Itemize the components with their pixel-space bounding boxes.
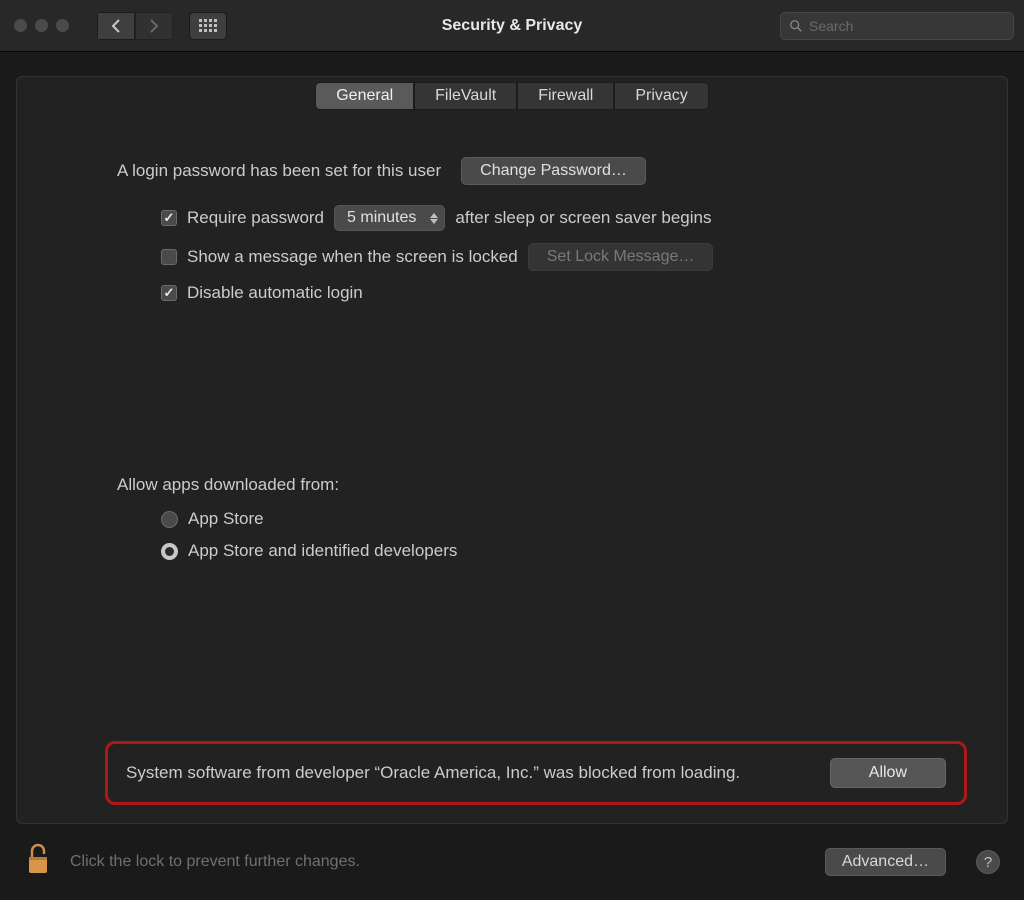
radio-identified-row: App Store and identified developers	[161, 541, 967, 561]
disable-auto-login-checkbox[interactable]	[161, 285, 177, 301]
tab-privacy[interactable]: Privacy	[614, 82, 708, 110]
tab-bar: General FileVault Firewall Privacy	[17, 82, 1007, 110]
require-password-delay-select[interactable]: 5 minutes	[334, 205, 445, 231]
content-area: General FileVault Firewall Privacy A log…	[0, 76, 1024, 824]
nav-buttons	[97, 12, 173, 40]
lock-description: Click the lock to prevent further change…	[70, 853, 807, 871]
radio-identified-developers[interactable]	[161, 543, 178, 560]
search-icon	[789, 19, 803, 33]
traffic-lights	[14, 19, 69, 32]
tab-general[interactable]: General	[315, 82, 414, 110]
require-password-checkbox[interactable]	[161, 210, 177, 226]
show-message-checkbox[interactable]	[161, 249, 177, 265]
show-message-row: Show a message when the screen is locked…	[161, 243, 967, 271]
disable-auto-login-label: Disable automatic login	[187, 283, 363, 303]
set-lock-message-button: Set Lock Message…	[528, 243, 714, 271]
search-input[interactable]	[809, 18, 1005, 34]
window-toolbar: Security & Privacy	[0, 0, 1024, 52]
minimize-window-button[interactable]	[35, 19, 48, 32]
preference-pane: General FileVault Firewall Privacy A log…	[16, 76, 1008, 824]
radio-app-store-row: App Store	[161, 509, 967, 529]
change-password-button[interactable]: Change Password…	[461, 157, 646, 185]
stepper-arrows-icon	[430, 213, 438, 224]
search-box[interactable]	[780, 12, 1014, 40]
chevron-right-icon	[148, 19, 160, 33]
tab-firewall[interactable]: Firewall	[517, 82, 614, 110]
advanced-button[interactable]: Advanced…	[825, 848, 946, 876]
show-message-label: Show a message when the screen is locked	[187, 247, 518, 267]
grid-icon	[199, 19, 217, 32]
disable-auto-login-row: Disable automatic login	[161, 283, 967, 303]
radio-identified-label: App Store and identified developers	[188, 541, 457, 561]
zoom-window-button[interactable]	[56, 19, 69, 32]
blocked-software-notice: System software from developer “Oracle A…	[105, 741, 967, 805]
show-all-button[interactable]	[189, 12, 227, 40]
login-password-row: A login password has been set for this u…	[117, 157, 967, 185]
require-password-label: Require password	[187, 208, 324, 228]
radio-app-store-label: App Store	[188, 509, 264, 529]
window-title: Security & Privacy	[442, 17, 583, 35]
allow-button[interactable]: Allow	[830, 758, 946, 788]
forward-button[interactable]	[135, 12, 173, 40]
require-password-row: Require password 5 minutes after sleep o…	[161, 205, 967, 231]
blocked-software-text: System software from developer “Oracle A…	[126, 760, 810, 786]
close-window-button[interactable]	[14, 19, 27, 32]
radio-app-store[interactable]	[161, 511, 178, 528]
after-sleep-label: after sleep or screen saver begins	[455, 208, 711, 228]
chevron-left-icon	[110, 19, 122, 33]
general-tab-content: A login password has been set for this u…	[17, 111, 1007, 561]
allow-apps-label: Allow apps downloaded from:	[117, 475, 967, 495]
back-button[interactable]	[97, 12, 135, 40]
footer: Click the lock to prevent further change…	[0, 824, 1024, 900]
tab-filevault[interactable]: FileVault	[414, 82, 517, 110]
login-password-text: A login password has been set for this u…	[117, 161, 441, 181]
help-button[interactable]: ?	[976, 850, 1000, 874]
allow-apps-section: Allow apps downloaded from: App Store Ap…	[117, 475, 967, 561]
